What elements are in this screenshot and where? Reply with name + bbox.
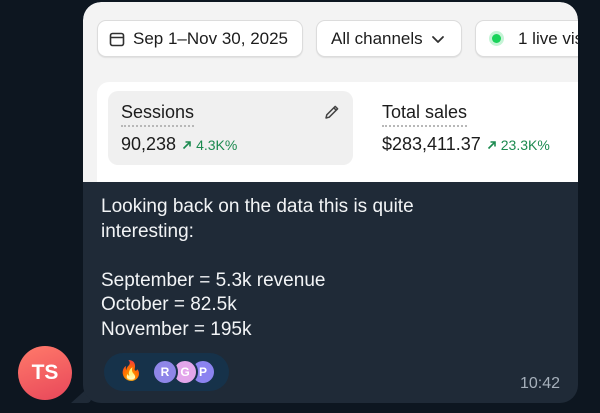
metric-change-value: 23.3K% <box>500 137 550 153</box>
sender-avatar[interactable]: TS <box>18 346 72 400</box>
message-line: interesting: <box>101 220 194 242</box>
metric-value-row: 90,238 4.3K% <box>121 134 237 155</box>
sessions-metric-card: Sessions 90,238 4.3K% <box>108 91 353 165</box>
message-line: Looking back on the data this is quite <box>101 196 414 217</box>
date-range-chip: Sep 1–Nov 30, 2025 <box>97 20 303 57</box>
chevron-down-icon <box>431 35 444 43</box>
message-line: September = 5.3k revenue <box>101 269 326 291</box>
metrics-panel: Sessions 90,238 4.3K% Total sales $283,4… <box>97 82 578 182</box>
metric-value: $283,411.37 <box>382 134 481 154</box>
metric-change-value: 4.3K% <box>196 137 238 153</box>
calendar-icon <box>109 32 125 46</box>
attached-screenshot[interactable]: Sep 1–Nov 30, 2025 All channels 1 live v… <box>83 2 578 182</box>
metric-label: Sessions <box>121 102 195 127</box>
sender-initials: TS <box>31 361 59 384</box>
message-line <box>101 244 561 269</box>
message-line: November = 195k <box>101 318 252 340</box>
message-time: 10:42 <box>519 375 560 392</box>
message-line: October = 82.5k <box>101 294 237 315</box>
metric-change: 4.3K% <box>182 137 237 153</box>
channels-chip: All channels <box>316 20 462 57</box>
metric-value-row: $283,411.37 23.3K% <box>382 134 550 155</box>
pencil-icon <box>325 105 339 119</box>
metric-change: 23.3K% <box>487 137 550 153</box>
metric-label: Total sales <box>382 102 468 127</box>
total-sales-metric-card: Total sales $283,411.37 23.3K% <box>369 91 578 165</box>
live-dot-icon <box>492 34 501 43</box>
reactor-avatar: R <box>152 359 178 385</box>
live-visitors-chip: 1 live vis <box>475 20 578 57</box>
reaction-pill[interactable]: 🔥 R G P <box>104 353 229 391</box>
live-visitors-text: 1 live vis <box>518 28 578 48</box>
arrow-up-right-icon <box>182 141 191 150</box>
channels-text: All channels <box>331 28 423 48</box>
arrow-up-right-icon <box>487 141 496 150</box>
message-text: Looking back on the data this is quite i… <box>101 195 561 342</box>
message-bubble[interactable]: Sep 1–Nov 30, 2025 All channels 1 live v… <box>83 2 578 403</box>
date-range-text: Sep 1–Nov 30, 2025 <box>133 28 289 48</box>
metric-value: 90,238 <box>121 134 177 154</box>
fire-emoji: 🔥 <box>119 361 143 382</box>
